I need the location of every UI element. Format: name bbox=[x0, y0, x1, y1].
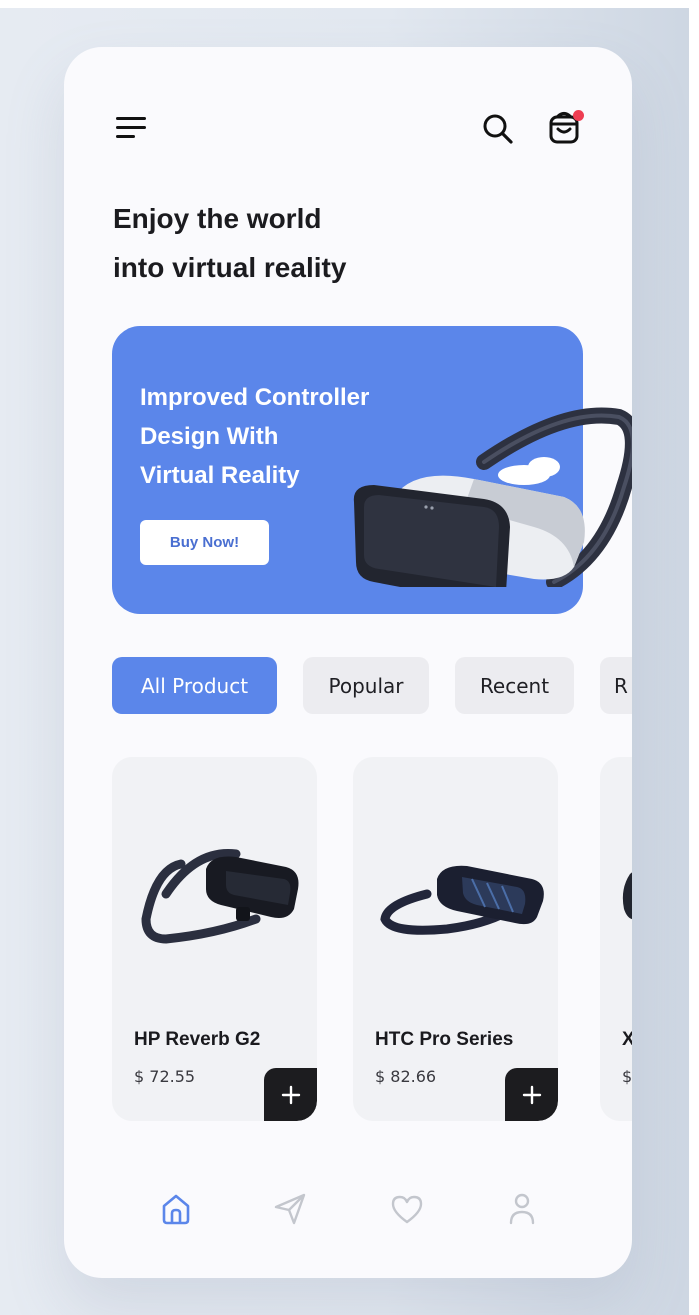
product-price: $ bbox=[622, 1067, 632, 1086]
plus-icon bbox=[281, 1085, 300, 1104]
category-chip-all-product[interactable]: All Product bbox=[112, 657, 277, 714]
product-name: HTC Pro Series bbox=[375, 1029, 514, 1050]
category-chip-partial[interactable]: R bbox=[600, 657, 632, 714]
headline-line-1: Enjoy the world bbox=[113, 203, 322, 234]
nav-send[interactable] bbox=[269, 1188, 311, 1230]
nav-profile[interactable] bbox=[501, 1188, 543, 1230]
user-icon bbox=[509, 1193, 535, 1225]
add-to-cart-button[interactable] bbox=[505, 1068, 558, 1121]
page-headline: Enjoy the world into virtual reality bbox=[113, 194, 513, 292]
hp-reverb-headset-image bbox=[141, 849, 299, 944]
product-name: HP Reverb G2 bbox=[134, 1029, 261, 1050]
home-icon bbox=[162, 1194, 190, 1225]
heart-icon bbox=[391, 1195, 423, 1224]
add-to-cart-button[interactable] bbox=[264, 1068, 317, 1121]
product-name: X bbox=[622, 1029, 632, 1050]
nav-home[interactable] bbox=[155, 1188, 197, 1230]
backdrop-top-strip bbox=[0, 0, 699, 8]
category-chip-popular[interactable]: Popular bbox=[303, 657, 429, 714]
hamburger-menu-icon[interactable] bbox=[116, 113, 148, 143]
backdrop-right-strip bbox=[689, 0, 699, 1315]
category-chip-recent[interactable]: Recent bbox=[455, 657, 574, 714]
shopping-bag-icon[interactable] bbox=[546, 107, 586, 147]
cart-notification-badge bbox=[573, 110, 584, 121]
plus-icon bbox=[522, 1085, 541, 1104]
phone-screen: Enjoy the world into virtual reality Imp… bbox=[64, 47, 632, 1278]
partial-headset-image bbox=[622, 872, 632, 920]
product-price: $ 82.66 bbox=[375, 1067, 437, 1086]
vr-headset-hero-image bbox=[353, 407, 632, 587]
search-icon[interactable] bbox=[480, 111, 516, 147]
htc-pro-headset-image bbox=[380, 865, 544, 935]
headline-line-2: into virtual reality bbox=[113, 252, 347, 283]
product-card[interactable]: HTC Pro Series $ 82.66 bbox=[353, 757, 558, 1121]
buy-now-button[interactable]: Buy Now! bbox=[140, 520, 269, 565]
product-price: $ 72.55 bbox=[134, 1067, 196, 1086]
nav-favorites[interactable] bbox=[386, 1188, 428, 1230]
product-card-partial[interactable]: X $ bbox=[600, 757, 632, 1121]
send-icon bbox=[274, 1193, 306, 1225]
product-card[interactable]: HP Reverb G2 $ 72.55 bbox=[112, 757, 317, 1121]
